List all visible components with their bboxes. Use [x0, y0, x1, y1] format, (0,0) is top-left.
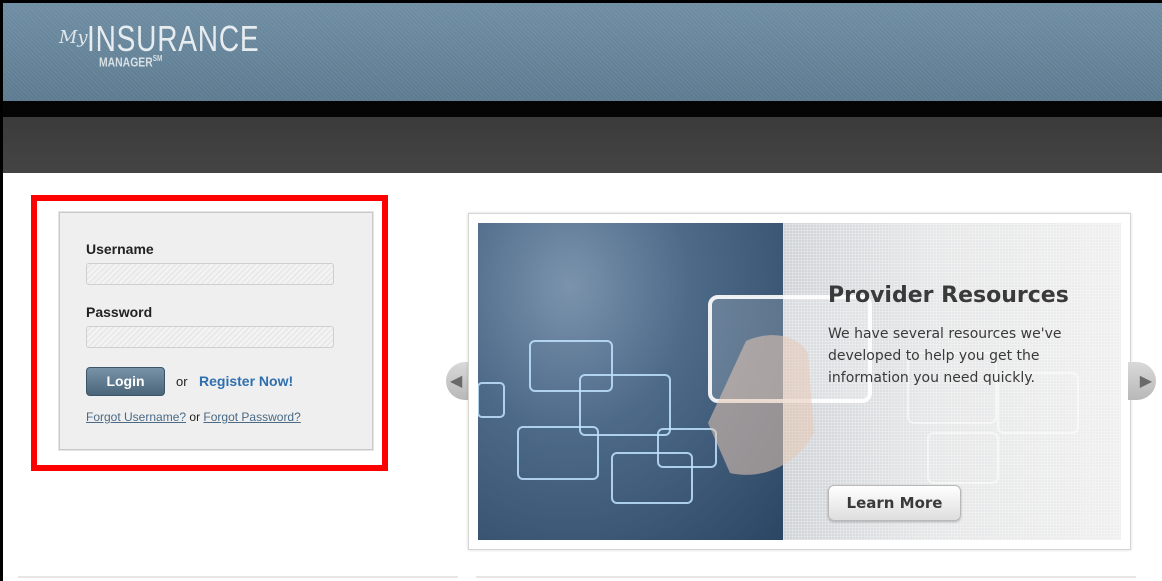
promo-title: Provider Resources — [828, 283, 1069, 308]
logo-service-mark: SM — [152, 54, 163, 63]
login-panel: Username Password Login or Register Now!… — [59, 212, 373, 450]
promo-slider: Provider Resources We have several resou… — [468, 213, 1131, 550]
username-label: Username — [86, 241, 154, 257]
logo-insurance: INSURANCE — [87, 18, 260, 59]
header-divider — [3, 101, 1162, 117]
nav-bar — [3, 117, 1162, 173]
logo-manager: MANAGERSM — [99, 54, 163, 70]
footer-divider-left — [18, 576, 458, 578]
password-label: Password — [86, 304, 153, 320]
learn-more-button[interactable]: Learn More — [828, 485, 961, 521]
site-header: My INSURANCE MANAGERSM — [3, 3, 1162, 101]
forgot-links: Forgot Username? or Forgot Password? — [86, 410, 301, 424]
forgot-username-link[interactable]: Forgot Username? — [86, 410, 186, 424]
footer-divider-right — [476, 576, 1136, 578]
logo-manager-text: MANAGER — [99, 54, 153, 70]
username-input[interactable] — [86, 263, 334, 285]
login-button[interactable]: Login — [86, 367, 165, 396]
chevron-left-icon: ◀ — [450, 371, 463, 390]
forgot-password-link[interactable]: Forgot Password? — [203, 410, 300, 424]
promo-slide: Provider Resources We have several resou… — [478, 223, 1121, 540]
chevron-right-icon: ▶ — [1139, 371, 1152, 390]
or-text: or — [176, 374, 188, 389]
register-now-link[interactable]: Register Now! — [199, 373, 293, 389]
logo-my: My — [59, 27, 88, 48]
password-input[interactable] — [86, 326, 334, 348]
forgot-or-text: or — [189, 410, 201, 424]
promo-text: We have several resources we've develope… — [828, 326, 1062, 386]
